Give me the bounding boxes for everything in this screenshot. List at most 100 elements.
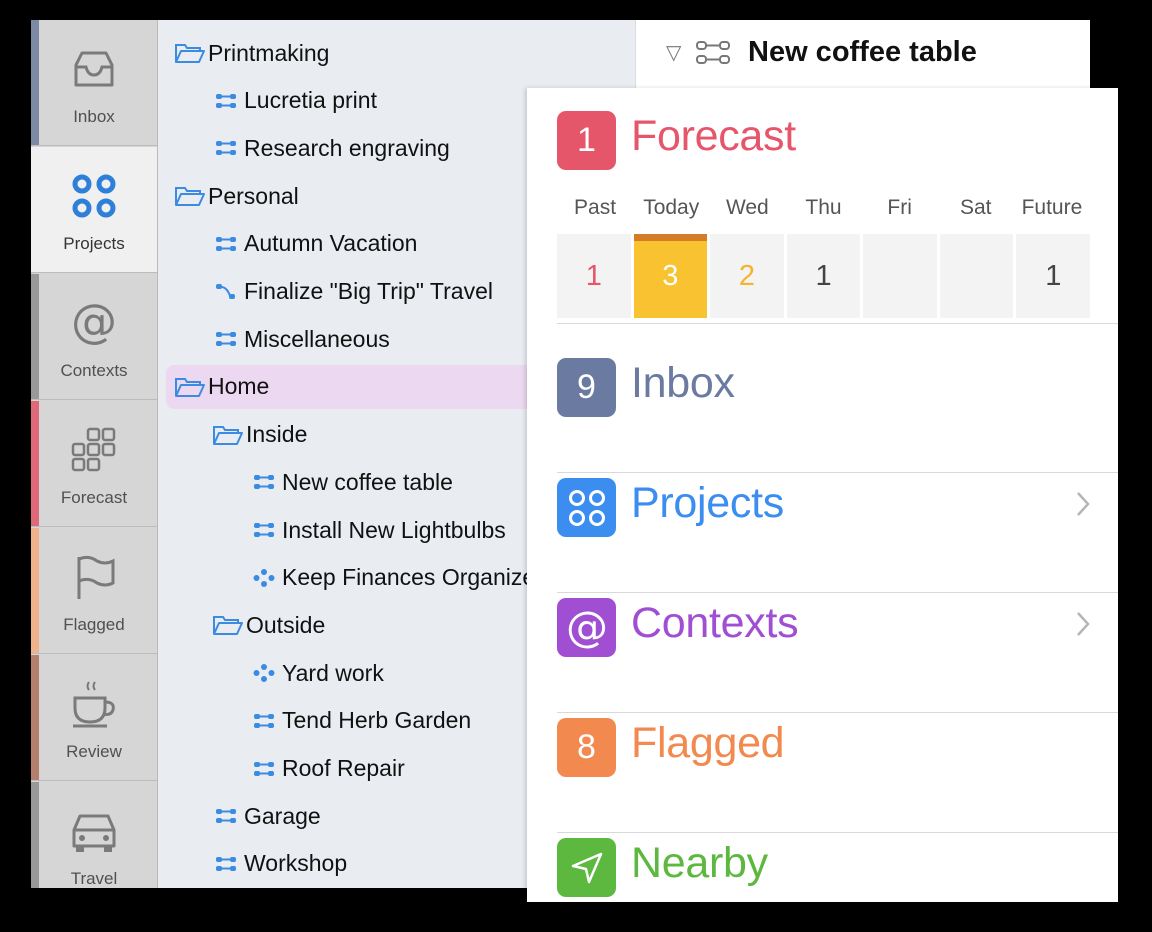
forecast-day-cell-today[interactable]: 3 [633, 234, 708, 318]
ios-row-label: Projects [631, 479, 784, 527]
ios-row-inbox[interactable]: 9 Inbox [557, 353, 1118, 473]
perspective-tab-projects[interactable]: Projects [31, 147, 157, 273]
perspective-label: Contexts [60, 361, 128, 380]
forecast-day-label: Past [574, 196, 617, 219]
perspective-tab-review[interactable]: Review [31, 655, 157, 781]
parallel-project-icon [246, 515, 282, 545]
perspective-tab-contexts[interactable]: @ Contexts [31, 274, 157, 400]
perspective-tab-flagged[interactable]: Flagged [31, 528, 157, 654]
perspective-color-strip [31, 782, 39, 888]
forecast-day-label: Fri [887, 196, 912, 219]
folder-icon [172, 372, 208, 402]
ios-row-flagged[interactable]: 8 Flagged [557, 713, 1118, 833]
inbox-count-badge: 9 [557, 358, 616, 417]
outline-item-label: Research engraving [244, 134, 450, 161]
outline-item-label: Autumn Vacation [244, 230, 418, 257]
forecast-day-label: Thu [805, 196, 842, 219]
perspective-tab-inbox[interactable]: Inbox [31, 20, 157, 146]
forecast-grid-icon [67, 423, 121, 477]
ios-row-label: Contexts [631, 599, 799, 647]
single-action-list-icon [246, 658, 282, 688]
perspective-label: Review [66, 742, 122, 761]
perspective-color-strip [31, 528, 39, 653]
perspective-color-strip [31, 20, 39, 145]
outline-item-label: Inside [246, 421, 308, 448]
at-sign-icon: @ [67, 296, 121, 350]
car-icon [67, 804, 121, 858]
forecast-day-cell-sat[interactable] [939, 234, 1014, 318]
flag-icon [67, 550, 121, 604]
parallel-project-icon [208, 86, 244, 116]
parallel-project-icon [696, 40, 730, 71]
outline-item-label: Personal [208, 182, 299, 209]
forecast-day-label: Wed [725, 196, 769, 219]
forecast-day-cell-past[interactable]: 1 [557, 234, 631, 318]
svg-text:@: @ [566, 605, 608, 651]
perspective-tab-forecast[interactable]: Forecast [31, 401, 157, 527]
inbox-icon [67, 42, 121, 96]
parallel-project-icon [246, 706, 282, 736]
parallel-project-icon [208, 324, 244, 354]
perspective-color-strip [31, 274, 39, 399]
sequential-project-icon [208, 277, 244, 307]
outline-item-label: Yard work [282, 659, 384, 686]
forecast-day-cell-future[interactable]: 1 [1016, 234, 1091, 318]
ios-row-projects[interactable]: Projects [557, 473, 1118, 593]
chevron-right-icon [1076, 491, 1090, 522]
folder-icon [210, 420, 246, 450]
outline-item-label: Outside [246, 611, 326, 638]
outline-item-label: Finalize "Big Trip" Travel [244, 278, 493, 304]
outline-item-label: Miscellaneous [244, 325, 390, 352]
forecast-day-label: Future [1021, 196, 1083, 219]
ios-home-panel: 1 Forecast Past Today Wed Thu Fri Sat Future 1… [527, 88, 1118, 902]
outline-item-label: Workshop [244, 850, 348, 877]
parallel-project-icon [246, 754, 282, 784]
forecast-day-headers: Past Today Wed Thu Fri Sat Future [557, 196, 1090, 236]
forecast-day-counts: 13211 [557, 234, 1091, 318]
perspective-label: Inbox [73, 107, 115, 126]
outline-item-label: Keep Finances Organized [282, 564, 548, 591]
outline-item-label: Garage [244, 802, 321, 829]
parallel-project-icon [208, 801, 244, 831]
outline-item-label: Install New Lightbulbs [282, 516, 506, 543]
parallel-project-icon [208, 133, 244, 163]
svg-text:@: @ [71, 298, 117, 348]
parallel-project-icon [246, 467, 282, 497]
outline-item-label: New coffee table [282, 468, 453, 495]
forecast-day-label: Today [643, 196, 700, 219]
chevron-right-icon [1076, 611, 1090, 642]
ios-row-label: Nearby [631, 839, 768, 887]
outline-folder-row[interactable]: Printmaking [172, 31, 628, 75]
outline-item-label: Printmaking [208, 39, 330, 66]
disclosure-triangle-icon[interactable]: ▽ [666, 40, 681, 65]
ios-row-label: Flagged [631, 719, 785, 767]
ios-row-label: Inbox [631, 359, 735, 407]
outline-item-label: Roof Repair [282, 755, 405, 781]
forecast-day-cell-fri[interactable] [863, 234, 937, 318]
parallel-project-icon [208, 849, 244, 879]
perspective-label: Forecast [60, 488, 128, 507]
perspective-color-strip [31, 655, 39, 780]
forecast-day-label: Sat [960, 196, 992, 219]
location-arrow-icon [557, 838, 616, 897]
forecast-badge: 1 [557, 111, 616, 170]
perspective-color-strip [31, 401, 39, 526]
folder-icon [210, 610, 246, 640]
project-title: New coffee table [748, 36, 977, 68]
forecast-day-cell-thu[interactable]: 1 [786, 234, 861, 318]
outline-item-label: Tend Herb Garden [282, 707, 472, 734]
parallel-project-icon [208, 229, 244, 259]
folder-icon [172, 38, 208, 68]
outline-item-label: Home [208, 373, 270, 400]
at-sign-icon: @ [557, 598, 616, 657]
ios-row-contexts[interactable]: @ Contexts [557, 593, 1118, 713]
flagged-count-badge: 8 [557, 718, 616, 777]
single-action-list-icon [246, 563, 282, 593]
forecast-day-cell-wed[interactable]: 2 [710, 234, 784, 318]
perspective-tab-travel[interactable]: Travel [31, 782, 157, 888]
forecast-label: Forecast [631, 112, 796, 160]
projects-icon [557, 478, 616, 537]
perspective-label: Flagged [63, 615, 125, 634]
ios-row-nearby[interactable]: Nearby [557, 833, 1118, 902]
perspective-label: Travel [70, 869, 118, 888]
